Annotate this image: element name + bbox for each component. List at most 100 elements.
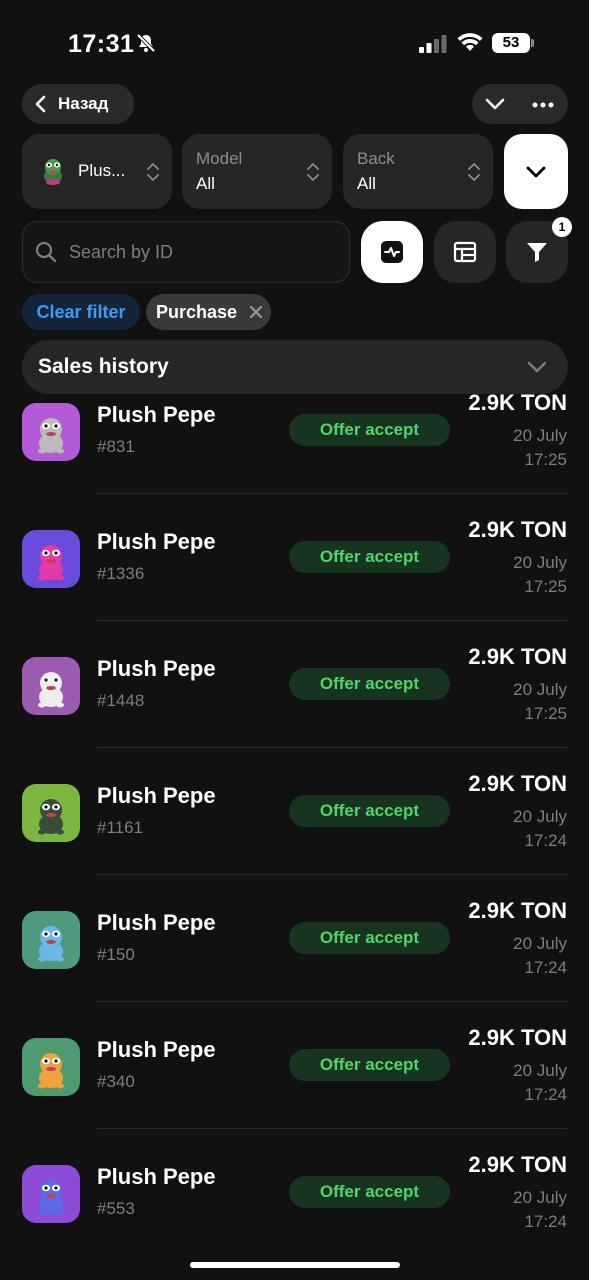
sale-date: 20 July bbox=[513, 680, 567, 699]
sale-time: 17:25 bbox=[524, 704, 567, 723]
sale-date: 20 July bbox=[513, 1061, 567, 1080]
sale-price: 2.9K TON bbox=[468, 644, 567, 669]
filter-count-badge: 1 bbox=[552, 217, 572, 237]
home-indicator[interactable] bbox=[190, 1262, 400, 1268]
sale-time: 17:24 bbox=[524, 1212, 567, 1231]
purchase-chip-label: Purchase bbox=[156, 301, 238, 322]
sale-type-badge: Offer accept bbox=[289, 1049, 450, 1081]
gift-number: #1161 bbox=[97, 818, 144, 837]
gift-name: Plush Pepe bbox=[97, 529, 216, 554]
sale-row[interactable]: Plush Pepe #553 Offer accept 2.9K TON 20 Jul… bbox=[0, 1129, 589, 1256]
clear-filter-chip[interactable]: Clear filter bbox=[22, 294, 140, 330]
close-icon[interactable] bbox=[249, 305, 263, 319]
gift-number: #553 bbox=[97, 1199, 135, 1218]
sort-updown-icon bbox=[307, 163, 319, 181]
sale-price: 2.9K TON bbox=[468, 1152, 567, 1177]
sales-history-dropdown[interactable]: Sales history bbox=[22, 340, 568, 394]
battery-indicator: 53 bbox=[492, 33, 534, 53]
sale-row[interactable]: Plush Pepe #340 Offer accept 2.9K TON 20 Jul… bbox=[0, 1002, 589, 1129]
purchase-filter-chip[interactable]: Purchase bbox=[146, 294, 271, 330]
sale-type-badge: Offer accept bbox=[289, 795, 450, 827]
sale-price: 2.9K TON bbox=[468, 517, 567, 542]
more-options-icon[interactable] bbox=[532, 102, 554, 108]
sale-date: 20 July bbox=[513, 553, 567, 572]
sale-type-badge: Offer accept bbox=[289, 922, 450, 954]
expand-filters-button[interactable] bbox=[504, 134, 568, 209]
gift-name: Plush Pepe bbox=[97, 783, 216, 808]
status-bar: 17:31 53 bbox=[0, 0, 589, 80]
sale-time: 17:24 bbox=[524, 1085, 567, 1104]
sort-updown-icon bbox=[147, 163, 159, 181]
activity-view-button[interactable] bbox=[361, 221, 423, 283]
gift-name: Plush Pepe bbox=[97, 1037, 216, 1062]
bell-slash-icon bbox=[136, 33, 156, 53]
plush-pepe-icon bbox=[22, 657, 80, 715]
gift-avatar bbox=[22, 911, 80, 969]
gift-number: #150 bbox=[97, 945, 135, 964]
battery-level: 53 bbox=[492, 33, 530, 53]
gift-number: #1336 bbox=[97, 564, 145, 583]
gift-number: #340 bbox=[97, 1072, 135, 1091]
table-layout-icon bbox=[453, 241, 477, 263]
gift-name: Plush Pepe bbox=[97, 910, 216, 935]
sale-row[interactable]: Plush Pepe #150 Offer accept 2.9K TON 20 Jul… bbox=[0, 875, 589, 1002]
gift-avatar bbox=[22, 403, 80, 461]
gift-number: #831 bbox=[97, 437, 135, 456]
battery-cap bbox=[531, 39, 534, 47]
search-input[interactable] bbox=[69, 236, 339, 268]
collapse-chevron-icon[interactable] bbox=[484, 93, 506, 115]
plush-pepe-icon bbox=[22, 1038, 80, 1096]
sale-row[interactable]: Plush Pepe #831 Offer accept 2.9K TON 20 Jul… bbox=[0, 394, 589, 494]
status-time: 17:31 bbox=[68, 30, 135, 58]
plush-pepe-icon bbox=[22, 1165, 80, 1223]
collection-value: Plus... bbox=[78, 161, 126, 180]
cellular-signal-icon bbox=[419, 35, 447, 53]
back-filter-value: All bbox=[357, 174, 376, 193]
back-button[interactable]: Назад bbox=[22, 84, 134, 124]
plush-pepe-icon bbox=[22, 403, 80, 461]
back-select[interactable]: Back All bbox=[343, 134, 493, 209]
chevron-down-icon bbox=[526, 166, 546, 178]
wifi-icon bbox=[457, 33, 483, 51]
sales-list: Plush Pepe #831 Offer accept 2.9K TON 20 Jul… bbox=[0, 394, 589, 1280]
collection-select[interactable]: Plus... bbox=[22, 134, 172, 209]
sale-date: 20 July bbox=[513, 934, 567, 953]
sale-type-badge: Offer accept bbox=[289, 414, 450, 446]
table-view-button[interactable] bbox=[434, 221, 496, 283]
model-label: Model bbox=[196, 149, 243, 168]
section-title: Sales history bbox=[38, 355, 169, 378]
sale-time: 17:24 bbox=[524, 831, 567, 850]
gift-number: #1448 bbox=[97, 691, 145, 710]
plush-pepe-icon bbox=[22, 530, 80, 588]
sale-date: 20 July bbox=[513, 1188, 567, 1207]
gift-avatar bbox=[22, 784, 80, 842]
sale-row[interactable]: Plush Pepe #1161 Offer accept 2.9K TON 20 Ju… bbox=[0, 748, 589, 875]
gift-avatar bbox=[22, 1038, 80, 1096]
search-icon bbox=[35, 241, 57, 263]
search-box bbox=[22, 221, 350, 283]
filter-funnel-icon bbox=[527, 243, 547, 262]
sort-updown-icon bbox=[468, 163, 480, 181]
gift-avatar bbox=[22, 1165, 80, 1223]
gift-name: Plush Pepe bbox=[97, 656, 216, 681]
sale-date: 20 July bbox=[513, 426, 567, 445]
sale-type-badge: Offer accept bbox=[289, 668, 450, 700]
sale-row[interactable]: Plush Pepe #1336 Offer accept 2.9K TON 20 Ju… bbox=[0, 494, 589, 621]
header-menu-pill bbox=[472, 84, 568, 124]
back-filter-label: Back bbox=[357, 149, 395, 168]
sale-time: 17:24 bbox=[524, 958, 567, 977]
model-value: All bbox=[196, 174, 215, 193]
sale-price: 2.9K TON bbox=[468, 394, 567, 415]
sale-type-badge: Offer accept bbox=[289, 541, 450, 573]
model-select[interactable]: Model All bbox=[182, 134, 332, 209]
gift-avatar bbox=[22, 657, 80, 715]
sale-time: 17:25 bbox=[524, 577, 567, 596]
sale-price: 2.9K TON bbox=[468, 898, 567, 923]
gift-name: Plush Pepe bbox=[97, 1164, 216, 1189]
sale-row[interactable]: Plush Pepe #1448 Offer accept 2.9K TON 20 Ju… bbox=[0, 621, 589, 748]
plush-pepe-thumbnail bbox=[44, 159, 62, 185]
chevron-left-icon bbox=[35, 95, 46, 113]
plush-pepe-icon bbox=[22, 784, 80, 842]
sale-date: 20 July bbox=[513, 807, 567, 826]
gift-avatar bbox=[22, 530, 80, 588]
